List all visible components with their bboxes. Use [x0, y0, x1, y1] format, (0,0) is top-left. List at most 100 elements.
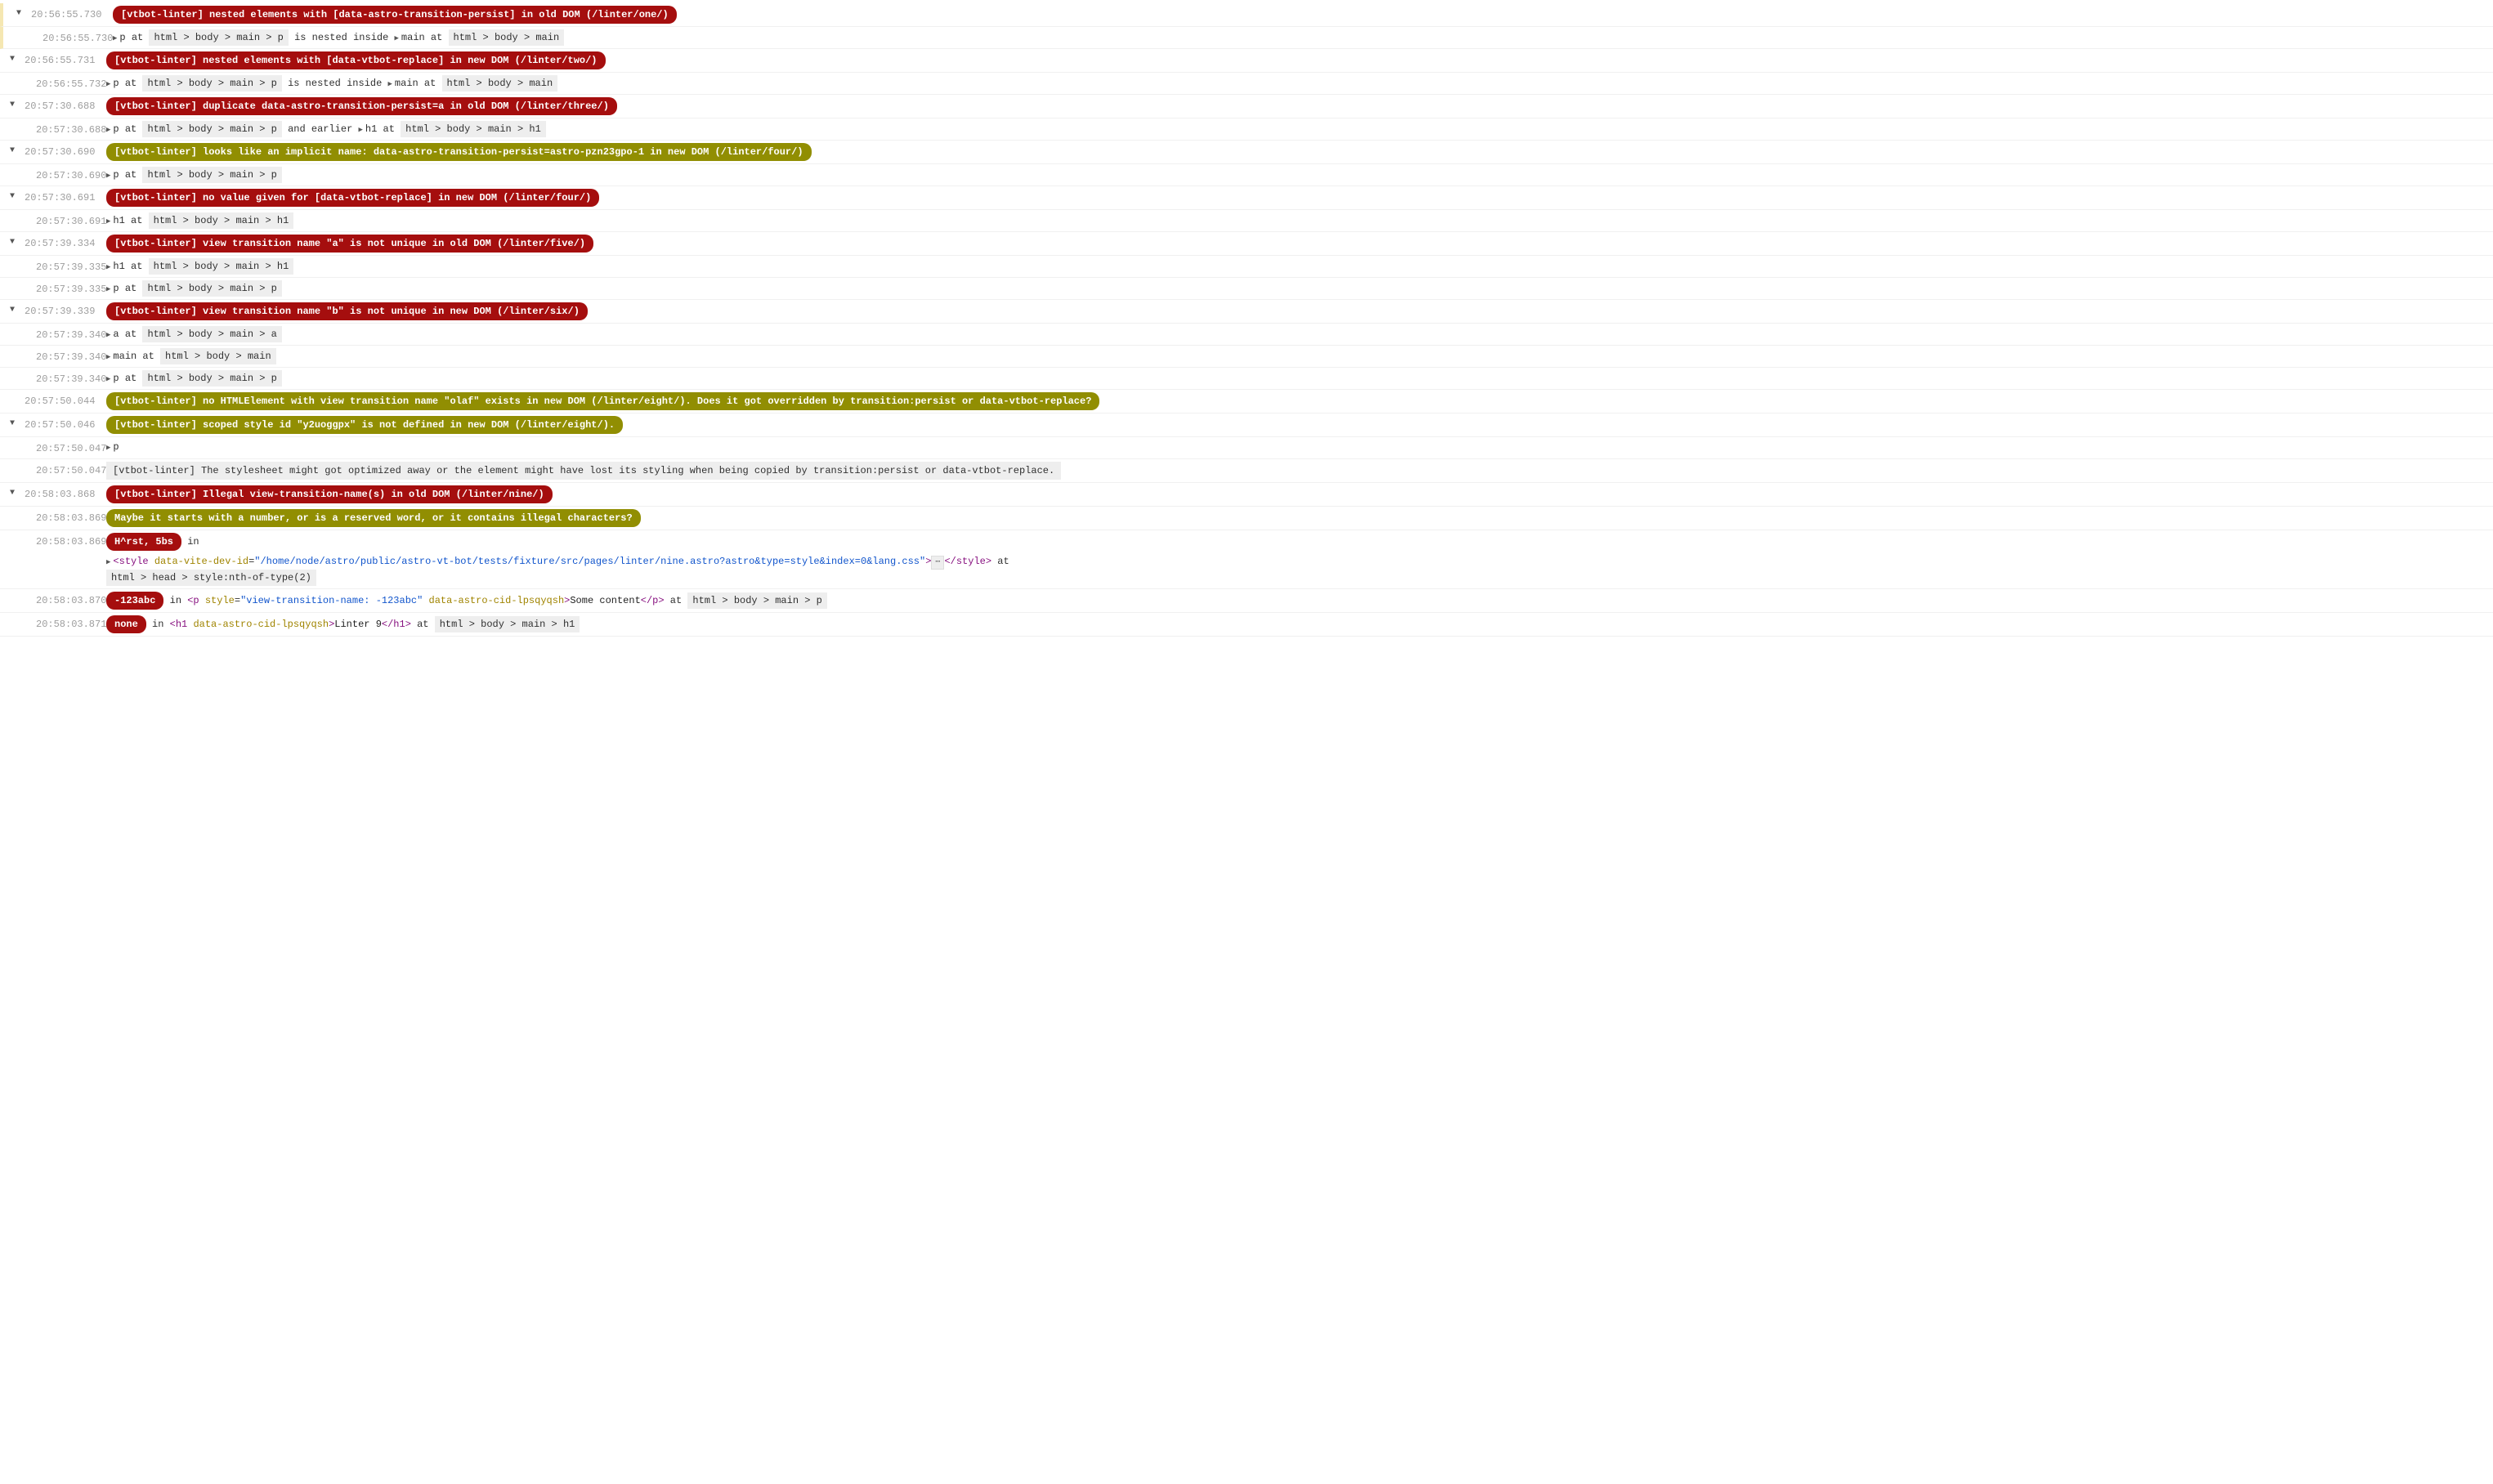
row-content: [vtbot-linter] looks like an implicit na… [106, 143, 2493, 161]
text-segment: main at [401, 32, 449, 43]
text-segment: at [411, 619, 435, 630]
collapse-toggle-icon[interactable]: ▼ [10, 304, 15, 316]
dom-path-breadcrumb[interactable]: html > body > main > p [142, 167, 281, 183]
console-row: ▼20:56:55.731[vtbot-linter] nested eleme… [0, 49, 2493, 73]
html-tag: </style> [944, 556, 991, 567]
row-content: ▶p at html > body > main > p and earlier… [106, 121, 2493, 137]
row-content: Maybe it starts with a number, or is a r… [106, 509, 2493, 527]
text-segment: h1 at [113, 215, 148, 226]
dom-path-breadcrumb[interactable]: html > body > main > p [142, 121, 281, 137]
timestamp: 20:58:03.869 [25, 509, 106, 525]
error-pill: [vtbot-linter] view transition name "a" … [106, 235, 593, 253]
text-segment: and earlier [282, 123, 359, 135]
html-attr-value: "/home/node/astro/public/astro-vt-bot/te… [254, 556, 925, 567]
html-attr-name: data-vite-dev-id [154, 556, 248, 567]
expand-arrow-icon[interactable]: ▶ [106, 330, 110, 342]
expand-arrow-icon[interactable]: ▶ [388, 79, 392, 91]
timestamp: 20:57:50.046 [25, 416, 106, 432]
expand-arrow-icon[interactable]: ▶ [106, 125, 110, 136]
dom-path-breadcrumb[interactable]: html > head > style:nth-of-type(2) [106, 570, 316, 586]
expand-arrow-icon[interactable]: ▶ [106, 557, 110, 569]
timestamp: 20:57:39.340 [25, 348, 106, 364]
text-segment: at [665, 595, 688, 606]
nested-html-line: ▶<style data-vite-dev-id="/home/node/ast… [106, 554, 2486, 570]
console-row: 20:58:03.870-123abc in <p style="view-tr… [0, 589, 2493, 613]
expand-arrow-icon[interactable]: ▶ [395, 34, 399, 45]
expand-arrow-icon[interactable]: ▶ [106, 79, 110, 91]
timestamp: 20:57:30.690 [25, 143, 106, 159]
console-row: ▼20:57:30.691[vtbot-linter] no value giv… [0, 186, 2493, 210]
expand-arrow-icon[interactable]: ▶ [106, 352, 110, 364]
row-content: ▶h1 at html > body > main > h1 [106, 258, 2493, 275]
console-row: ▼20:57:39.339[vtbot-linter] view transit… [0, 300, 2493, 324]
dom-path-breadcrumb[interactable]: html > body > main > h1 [401, 121, 546, 137]
text-segment: in [146, 619, 170, 630]
console-row: 20:58:03.869H^rst, 5bs in▶<style data-vi… [0, 530, 2493, 589]
text-segment: in [163, 595, 187, 606]
expand-arrow-icon[interactable]: ▶ [106, 284, 110, 296]
timestamp: 20:56:55.730 [31, 29, 113, 46]
collapse-toggle-icon[interactable]: ▼ [10, 236, 15, 248]
timestamp: 20:57:50.047 [25, 462, 106, 478]
html-tag: <style [113, 556, 154, 567]
timestamp: 20:57:50.047 [25, 440, 106, 456]
row-content: H^rst, 5bs in▶<style data-vite-dev-id="/… [106, 533, 2493, 586]
console-panel: ▼ 20:56:55.730[vtbot-linter] nested eleme… [0, 3, 2493, 637]
dom-path-breadcrumb[interactable]: html > body > main [442, 75, 558, 92]
timestamp: 20:56:55.732 [25, 75, 106, 92]
inline-pill: none [106, 615, 146, 633]
console-row: ▼ 20:57:39.334[vtbot-linter] view transit… [0, 232, 2493, 256]
row-content: ▶p at html > body > main > p [106, 167, 2493, 183]
dom-path-breadcrumb[interactable]: html > body > main > h1 [149, 212, 294, 229]
dom-path-breadcrumb[interactable]: html > body > main [160, 348, 276, 364]
dom-path-breadcrumb[interactable]: html > body > main > h1 [435, 616, 580, 632]
dom-path-breadcrumb[interactable]: html > body > main > p [142, 75, 281, 92]
html-tag [423, 595, 428, 606]
expand-arrow-icon[interactable]: ▶ [113, 34, 117, 45]
console-row: 20:57:50.047▶p [0, 437, 2493, 459]
dom-path-breadcrumb[interactable]: html > body > main > p [149, 29, 288, 46]
expand-arrow-icon[interactable]: ▶ [106, 374, 110, 386]
text-segment: p at [119, 32, 149, 43]
dom-path-breadcrumb[interactable]: html > body > main > h1 [149, 258, 294, 275]
timestamp: 20:57:30.690 [25, 167, 106, 183]
row-content: ▶p at html > body > main > p is nested i… [106, 75, 2493, 92]
html-tag: <h1 [170, 619, 194, 630]
collapse-toggle-icon[interactable]: ▼ [10, 487, 15, 499]
expand-arrow-icon[interactable]: ▶ [106, 262, 110, 274]
collapse-toggle-icon[interactable]: ▼ [10, 418, 15, 430]
console-row: 20:57:39.340▶a at html > body > main > a [0, 324, 2493, 346]
dom-path-breadcrumb[interactable]: html > body > main [449, 29, 565, 46]
dom-path-breadcrumb[interactable]: html > body > main > p [142, 370, 281, 387]
row-content: [vtbot-linter] view transition name "a" … [106, 235, 2493, 253]
dom-path-breadcrumb[interactable]: html > body > main > p [142, 280, 281, 297]
collapse-toggle-icon[interactable]: ▼ [10, 53, 15, 65]
collapse-toggle-icon[interactable]: ▼ [16, 7, 21, 20]
warning-pill: [vtbot-linter] scoped style id "y2uoggpx… [106, 416, 623, 434]
error-pill: [vtbot-linter] Illegal view-transition-n… [106, 485, 553, 503]
row-content: ▶h1 at html > body > main > h1 [106, 212, 2493, 229]
timestamp: 20:58:03.868 [25, 485, 106, 502]
console-row: 20:57:39.335▶h1 at html > body > main > … [0, 256, 2493, 278]
console-row: ▼ 20:57:50.046[vtbot-linter] scoped style… [0, 413, 2493, 437]
collapse-toggle-icon[interactable]: ▼ [10, 145, 15, 157]
ellipsis-icon[interactable]: ⋯ [931, 556, 944, 570]
dom-path-breadcrumb[interactable]: html > body > main > a [142, 326, 281, 342]
dom-path-breadcrumb[interactable]: html > body > main > p [687, 592, 826, 609]
expand-arrow-icon[interactable]: ▶ [106, 217, 110, 228]
collapse-toggle-icon[interactable]: ▼ [10, 99, 15, 111]
collapse-toggle-icon[interactable]: ▼ [10, 190, 15, 203]
console-row: 20:57:39.340▶p at html > body > main > p [0, 368, 2493, 390]
text-segment: h1 at [113, 261, 148, 272]
expand-arrow-icon[interactable]: ▶ [106, 443, 110, 454]
expand-arrow-icon[interactable]: ▶ [106, 171, 110, 182]
timestamp: 20:58:03.870 [25, 592, 106, 608]
expand-arrow-icon[interactable]: ▶ [359, 125, 363, 136]
html-tag: <p [187, 595, 205, 606]
timestamp: 20:58:03.871 [25, 615, 106, 632]
console-row: 20:57:50.044[vtbot-linter] no HTMLElemen… [0, 390, 2493, 413]
console-row: ▼ 20:58:03.868[vtbot-linter] Illegal view… [0, 483, 2493, 507]
html-text-content: Linter 9 [334, 619, 382, 630]
row-content: [vtbot-linter] nested elements with [dat… [113, 6, 2493, 24]
timestamp: 20:57:39.334 [25, 235, 106, 251]
